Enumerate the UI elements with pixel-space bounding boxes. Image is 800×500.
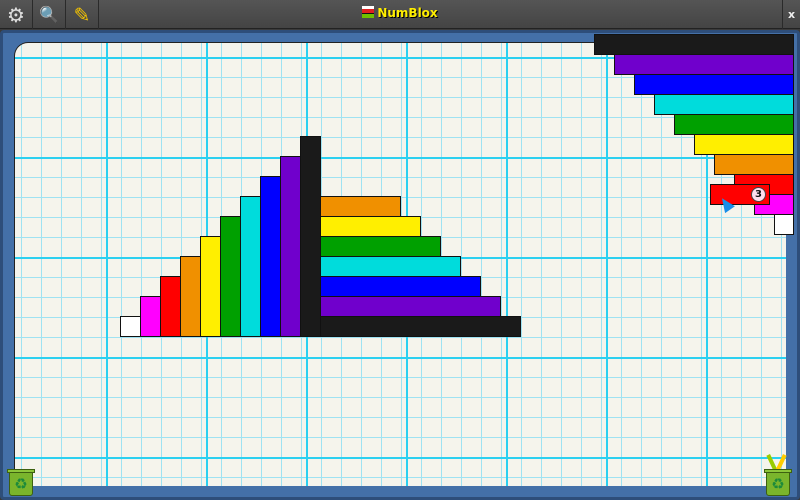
recycle-icon: ♻ (766, 472, 790, 496)
number-block-5[interactable] (320, 216, 421, 237)
number-block-2[interactable] (140, 296, 161, 337)
recycle-icon: ♻ (9, 472, 33, 496)
number-block-9[interactable] (320, 296, 501, 317)
app-title-text: NumBlox (377, 6, 438, 20)
number-block-6[interactable] (220, 216, 241, 337)
block-value-badge: 3 (751, 187, 766, 202)
number-block-6[interactable] (674, 114, 794, 135)
number-block-10[interactable] (594, 34, 794, 55)
number-block-8[interactable] (320, 276, 481, 297)
top-toolbar: ⚙ 🔍 ✎ NumBlox x (0, 0, 800, 29)
number-block-10[interactable] (320, 316, 521, 337)
number-block-8[interactable] (260, 176, 281, 337)
numblox-logo-icon (362, 6, 375, 18)
number-block-8[interactable] (634, 74, 794, 95)
app-title: NumBlox (0, 6, 800, 20)
right-trash-bin[interactable]: ♻ (764, 453, 792, 496)
number-block-7[interactable] (320, 256, 461, 277)
number-block-1[interactable] (774, 214, 794, 235)
left-trash-bin[interactable]: ♻ (7, 466, 35, 496)
number-block-9[interactable] (280, 156, 301, 337)
number-block-4[interactable] (714, 154, 794, 175)
number-block-7[interactable] (654, 94, 794, 115)
number-block-6[interactable] (320, 236, 441, 257)
number-block-5[interactable] (200, 236, 221, 337)
number-block-4[interactable] (320, 196, 401, 217)
number-block-10[interactable] (300, 136, 321, 337)
number-block-9[interactable] (614, 54, 794, 75)
number-block-3[interactable] (160, 276, 181, 337)
close-button[interactable]: x (782, 0, 800, 29)
number-block-5[interactable] (694, 134, 794, 155)
number-block-4[interactable] (180, 256, 201, 337)
number-block-7[interactable] (240, 196, 261, 337)
number-block-1[interactable] (120, 316, 141, 337)
